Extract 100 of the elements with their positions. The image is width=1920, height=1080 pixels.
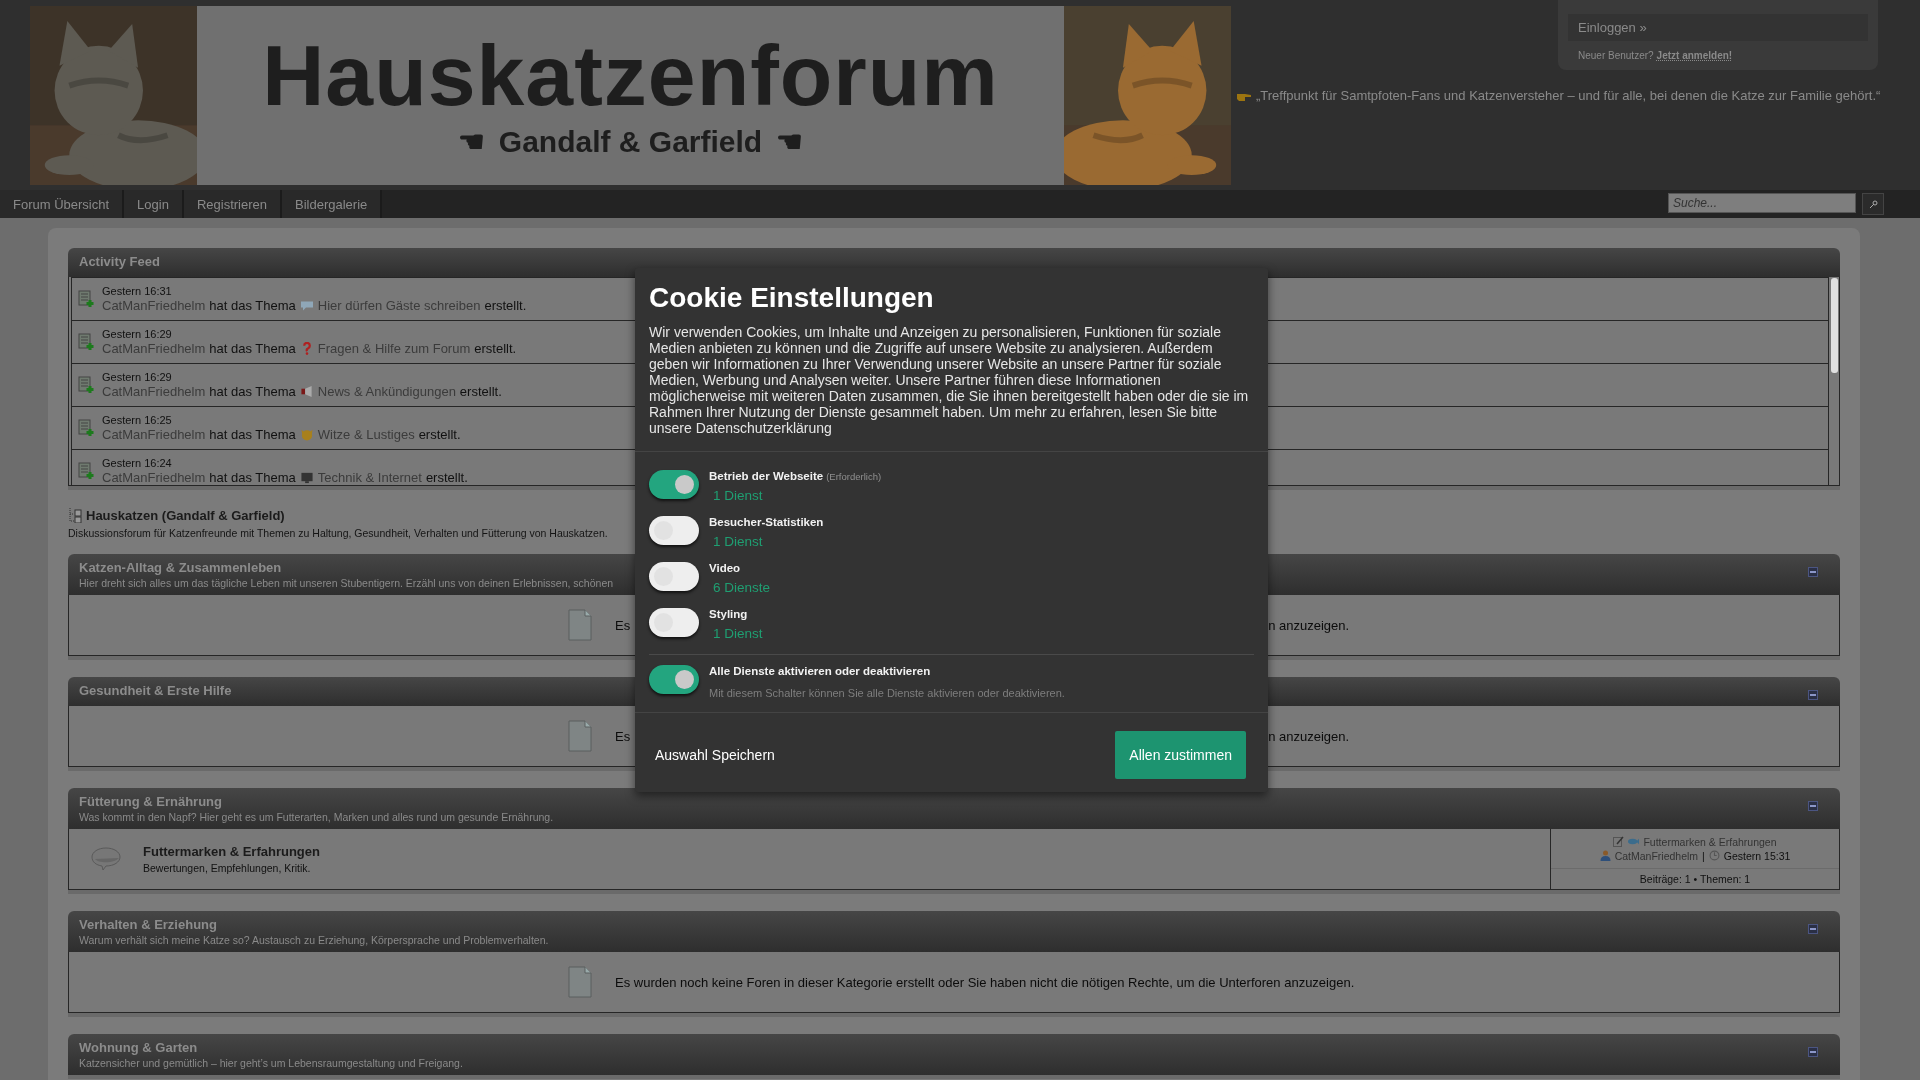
new-user-prompt: Neuer Benutzer? [1578, 50, 1654, 61]
option-hint: Mit diesem Schalter können Sie alle Dienste aktivieren oder deaktivieren. [709, 687, 1065, 699]
toggle-switch[interactable] [649, 665, 699, 694]
nav-tab[interactable]: Login [124, 190, 184, 218]
services-link[interactable]: 1 Dienst [713, 626, 763, 641]
forum-stats: Beiträge: 1 • Themen: 1 [1638, 872, 1752, 887]
nav-tab[interactable]: Forum Übersicht [0, 190, 125, 218]
activity-time: Gestern 16:31 [102, 285, 173, 297]
services-link[interactable]: 6 Dienste [713, 580, 771, 595]
nav-tab[interactable]: Registrieren [183, 190, 282, 218]
category-description: Hier dreht sich alles um das tägliche Leben mit unseren Stubentigern. Erzähl uns von deinen Erlebnissen, schönen [79, 577, 614, 589]
register-link[interactable]: Jetzt anmelden! [1656, 50, 1733, 61]
hand-glyph: ☚ [457, 124, 485, 159]
dialog-title: Cookie Einstellungen [648, 281, 935, 315]
save-button[interactable]: Auswahl Speichern [655, 747, 775, 763]
forum-title[interactable]: Hauskatzen (Gandalf & Garfield) [86, 507, 285, 523]
collapse-icon[interactable] [1808, 924, 1818, 934]
monitor-icon [299, 471, 314, 484]
category-description: Katzensicher und gemütlich – hier geht’s um Lebensraumgestaltung und Freigang. [79, 1057, 463, 1069]
topic-link[interactable]: Hier dürfen Gäste schreiben [317, 298, 481, 313]
user-link[interactable]: CatManFriedhelm [102, 341, 206, 356]
document-icon [568, 966, 592, 998]
activity-time: Gestern 16:25 [102, 414, 173, 426]
new-topic-icon [78, 462, 94, 480]
scrollbar-thumb[interactable] [1831, 278, 1838, 373]
accept-button[interactable]: Allen zustimmen [1115, 731, 1246, 779]
document-icon [568, 720, 592, 752]
activity-text: hat das Thema [209, 427, 296, 442]
topic-link[interactable]: Witze & Lustiges [317, 427, 415, 442]
toggle-switch[interactable] [649, 562, 699, 591]
user-link[interactable]: CatManFriedhelm [102, 427, 206, 442]
toggle-switch[interactable] [649, 470, 699, 499]
empty-message: Es wurden noch keine Foren in dieser Kategorie erstellt oder Sie haben nicht die nötigen Rechte, um die Unterforen anzuzeigen. [615, 974, 1355, 990]
forum-name[interactable]: Futtermarken & Erfahrungen [143, 844, 320, 859]
search-field[interactable]: Suche... [1668, 193, 1856, 213]
activity-text: hat das Thema [209, 384, 296, 399]
empty-message: Es [615, 728, 631, 744]
topic-link[interactable]: News & Ankündigungen [317, 384, 456, 399]
login-button[interactable]: Einloggen » [1568, 14, 1868, 41]
banner[interactable]: Hauskatzenforum ☚ Gandalf & Garfield ☚ [30, 6, 1231, 185]
banner-title: Hauskatzenforum [262, 32, 999, 118]
category-title[interactable]: Wohnung & Garten [79, 1040, 198, 1055]
category-description: Was kommt in den Napf? Hier geht es um Futterarten, Marken und alles rund um gesunde Ernährung. [79, 811, 554, 823]
option-note: (Erforderlich) [826, 471, 882, 482]
fish-icon [1628, 836, 1640, 847]
new-topic-icon [78, 333, 94, 351]
category-title[interactable]: Gesundheit & Erste Hilfe [79, 683, 232, 698]
last-post-user[interactable]: CatManFriedhelm [1614, 849, 1699, 862]
collapse-icon[interactable] [1808, 801, 1818, 811]
option-label: Video [709, 562, 741, 574]
forum-tree-icon [68, 507, 82, 523]
services-link[interactable]: 1 Dienst [713, 534, 824, 549]
speech-bubble-icon [91, 846, 121, 872]
user-link[interactable]: CatManFriedhelm [102, 298, 206, 313]
user-link[interactable]: CatManFriedhelm [102, 470, 206, 485]
option-label: Betrieb der Webseite [709, 470, 824, 482]
slogan: „Treffpunkt für Samtpfoten-Fans und Katzenversteher – und für alle, bei denen die Katze zur Familie gehört.“ [1256, 88, 1881, 103]
toggle-switch[interactable] [649, 608, 699, 637]
megaphone-icon [299, 385, 314, 398]
toggle-switch[interactable] [649, 516, 699, 545]
activity-text: hat das Thema [209, 341, 296, 356]
category-title[interactable]: Fütterung & Ernährung [79, 794, 222, 809]
dialog-text: Wir verwenden Cookies, um Inhalte und Anzeigen zu personalisieren, Funktionen für soziale Medien anbieten zu können und die Zugriffe auf unsere Website zu analysieren. Außerdem geben wir Informationen zu Ihrer Verwendung unserer Website an unsere Partner für soziale Medien, Werbung und Analysen weiter. Unsere Partner führen diese Informationen möglicherweise mit weiteren Daten zusammen, die Sie ihnen bereitgestellt haben oder die sie im Rahmen Ihrer Nutzung der Dienste gesammelt haben. Um mehr zu erfahren, lesen Sie bitte unsere Datenschutzerklärung [635, 324, 1268, 452]
nav-tab[interactable]: Bildergalerie [282, 190, 383, 218]
user-icon [1599, 850, 1611, 861]
activity-text: hat das Thema [209, 470, 296, 485]
user-link[interactable]: CatManFriedhelm [102, 384, 206, 399]
activity-time: Gestern 16:29 [102, 328, 173, 340]
services-link[interactable]: 1 Dienst [713, 488, 882, 503]
activity-time: Gestern 16:29 [102, 371, 173, 383]
option-label: Alle Dienste aktivieren oder deaktivieren [709, 665, 931, 677]
activity-text: erstellt. [474, 341, 517, 356]
empty-message: n anzuzeigen. [1268, 617, 1350, 633]
last-post-topic[interactable]: Futtermarken & Erfahrungen [1643, 835, 1777, 848]
activity-text: erstellt. [459, 384, 502, 399]
panel-title: Activity Feed [79, 254, 160, 269]
forum-description: Diskussionsforum für Katzenfreunde mit Themen zu Haltung, Gesundheit, Verhalten und Fütterung von Hauskatzen. [68, 527, 608, 539]
collapse-icon[interactable] [1808, 690, 1818, 700]
last-post-time: Gestern 15:31 [1723, 849, 1791, 862]
activity-text: erstellt. [425, 470, 468, 485]
collapse-icon[interactable] [1808, 567, 1818, 577]
category-title[interactable]: Katzen-Alltag & Zusammenleben [79, 560, 282, 575]
separator-text: | [1702, 849, 1705, 862]
activity-time: Gestern 16:24 [102, 457, 173, 469]
category-title[interactable]: Verhalten & Erziehung [79, 917, 217, 932]
collapse-icon[interactable] [1808, 1047, 1818, 1057]
activity-text: erstellt. [418, 427, 461, 442]
topic-link[interactable]: Fragen & Hilfe zum Forum [317, 341, 471, 356]
category-description: Warum verhält sich meine Katze so? Austausch zu Erziehung, Körpersprache und Problemverhalten. [79, 934, 549, 946]
activity-text: hat das Thema [209, 298, 296, 313]
option-label: Besucher-Statistiken [709, 516, 824, 528]
cat-icon [299, 428, 314, 441]
banner-subtitle: Gandalf & Garfield [498, 124, 763, 159]
topic-link[interactable]: Technik & Internet [317, 470, 422, 485]
document-icon [568, 609, 592, 641]
activity-text: erstellt. [484, 298, 527, 313]
new-topic-icon [78, 419, 94, 437]
hand-glyph: ☚ [776, 124, 804, 159]
search-button[interactable] [1862, 193, 1884, 215]
clock-icon [1708, 850, 1720, 861]
